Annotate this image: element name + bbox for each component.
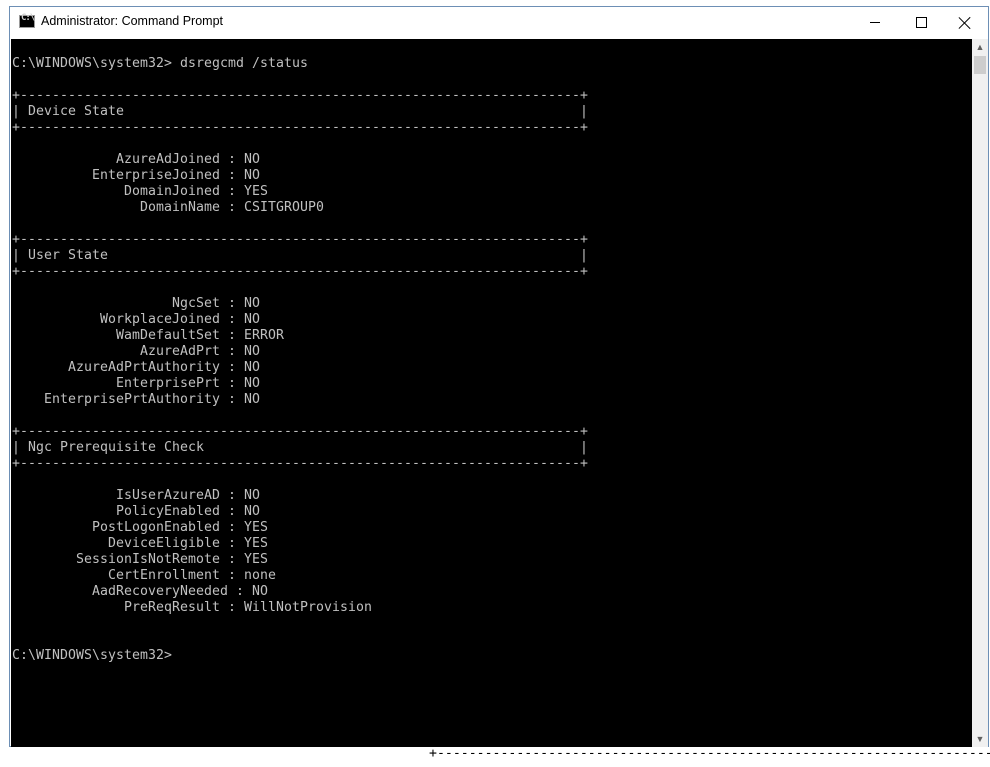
command-prompt-window: C:\ Administrator: Command Prompt C:\WIN… bbox=[9, 6, 989, 747]
console-line: AzureAdPrtAuthority : NO bbox=[12, 360, 260, 375]
console-line: C:\WINDOWS\system32> dsregcmd /status bbox=[12, 56, 308, 71]
console-line: AzureAdPrt : NO bbox=[12, 344, 260, 359]
console-line: | Ngc Prerequisite Check | bbox=[12, 440, 588, 455]
console-line: +---------------------------------------… bbox=[12, 264, 588, 279]
console-line: AadRecoveryNeeded : NO bbox=[12, 584, 268, 599]
title-bar[interactable]: C:\ Administrator: Command Prompt bbox=[10, 7, 988, 38]
console-line: PostLogonEnabled : YES bbox=[12, 520, 268, 535]
console-line: EnterpriseJoined : NO bbox=[12, 168, 260, 183]
minimize-button[interactable] bbox=[852, 7, 898, 38]
window-title: Administrator: Command Prompt bbox=[41, 14, 224, 28]
console-line: SessionIsNotRemote : YES bbox=[12, 552, 268, 567]
console-line: C:\WINDOWS\system32> bbox=[12, 648, 172, 663]
console-line: EnterprisePrt : NO bbox=[12, 376, 260, 391]
maximize-icon bbox=[915, 17, 927, 28]
close-icon bbox=[959, 17, 971, 29]
background-window-text: +---------------------------------------… bbox=[413, 747, 990, 767]
console-line: DeviceEligible : YES bbox=[12, 536, 268, 551]
scroll-up-icon[interactable]: ▲ bbox=[972, 39, 988, 55]
console-line: +---------------------------------------… bbox=[12, 456, 588, 471]
console-text: C:\WINDOWS\system32> dsregcmd /status +-… bbox=[12, 56, 588, 664]
console-output-area[interactable]: C:\WINDOWS\system32> dsregcmd /status +-… bbox=[11, 39, 972, 747]
console-line: NgcSet : NO bbox=[12, 296, 260, 311]
scroll-down-icon[interactable]: ▼ bbox=[972, 731, 988, 747]
console-line: | User State | bbox=[12, 248, 588, 263]
console-line: PolicyEnabled : NO bbox=[12, 504, 260, 519]
cmd-icon-label: C:\ bbox=[21, 13, 35, 23]
console-line: +---------------------------------------… bbox=[12, 424, 588, 439]
vertical-scrollbar[interactable]: ▲ ▼ bbox=[972, 39, 988, 747]
maximize-button[interactable] bbox=[898, 7, 944, 38]
console-line: IsUserAzureAD : NO bbox=[12, 488, 260, 503]
scrollbar-thumb[interactable] bbox=[974, 56, 986, 74]
console-line: DomainName : CSITGROUP0 bbox=[12, 200, 324, 215]
background-separator-line: +---------------------------------------… bbox=[429, 747, 990, 761]
console-line: EnterprisePrtAuthority : NO bbox=[12, 392, 260, 407]
minimize-icon bbox=[870, 22, 880, 23]
console-line: AzureAdJoined : NO bbox=[12, 152, 260, 167]
console-line: +---------------------------------------… bbox=[12, 120, 588, 135]
console-line: +---------------------------------------… bbox=[12, 232, 588, 247]
console-line: +---------------------------------------… bbox=[12, 88, 588, 103]
console-line: PreReqResult : WillNotProvision bbox=[12, 600, 372, 615]
console-line: WamDefaultSet : ERROR bbox=[12, 328, 284, 343]
cmd-app-icon[interactable]: C:\ bbox=[19, 13, 35, 28]
console-line: DomainJoined : YES bbox=[12, 184, 268, 199]
console-line: WorkplaceJoined : NO bbox=[12, 312, 260, 327]
console-line: | Device State | bbox=[12, 104, 588, 119]
console-line: CertEnrollment : none bbox=[12, 568, 276, 583]
close-button[interactable] bbox=[942, 7, 988, 38]
